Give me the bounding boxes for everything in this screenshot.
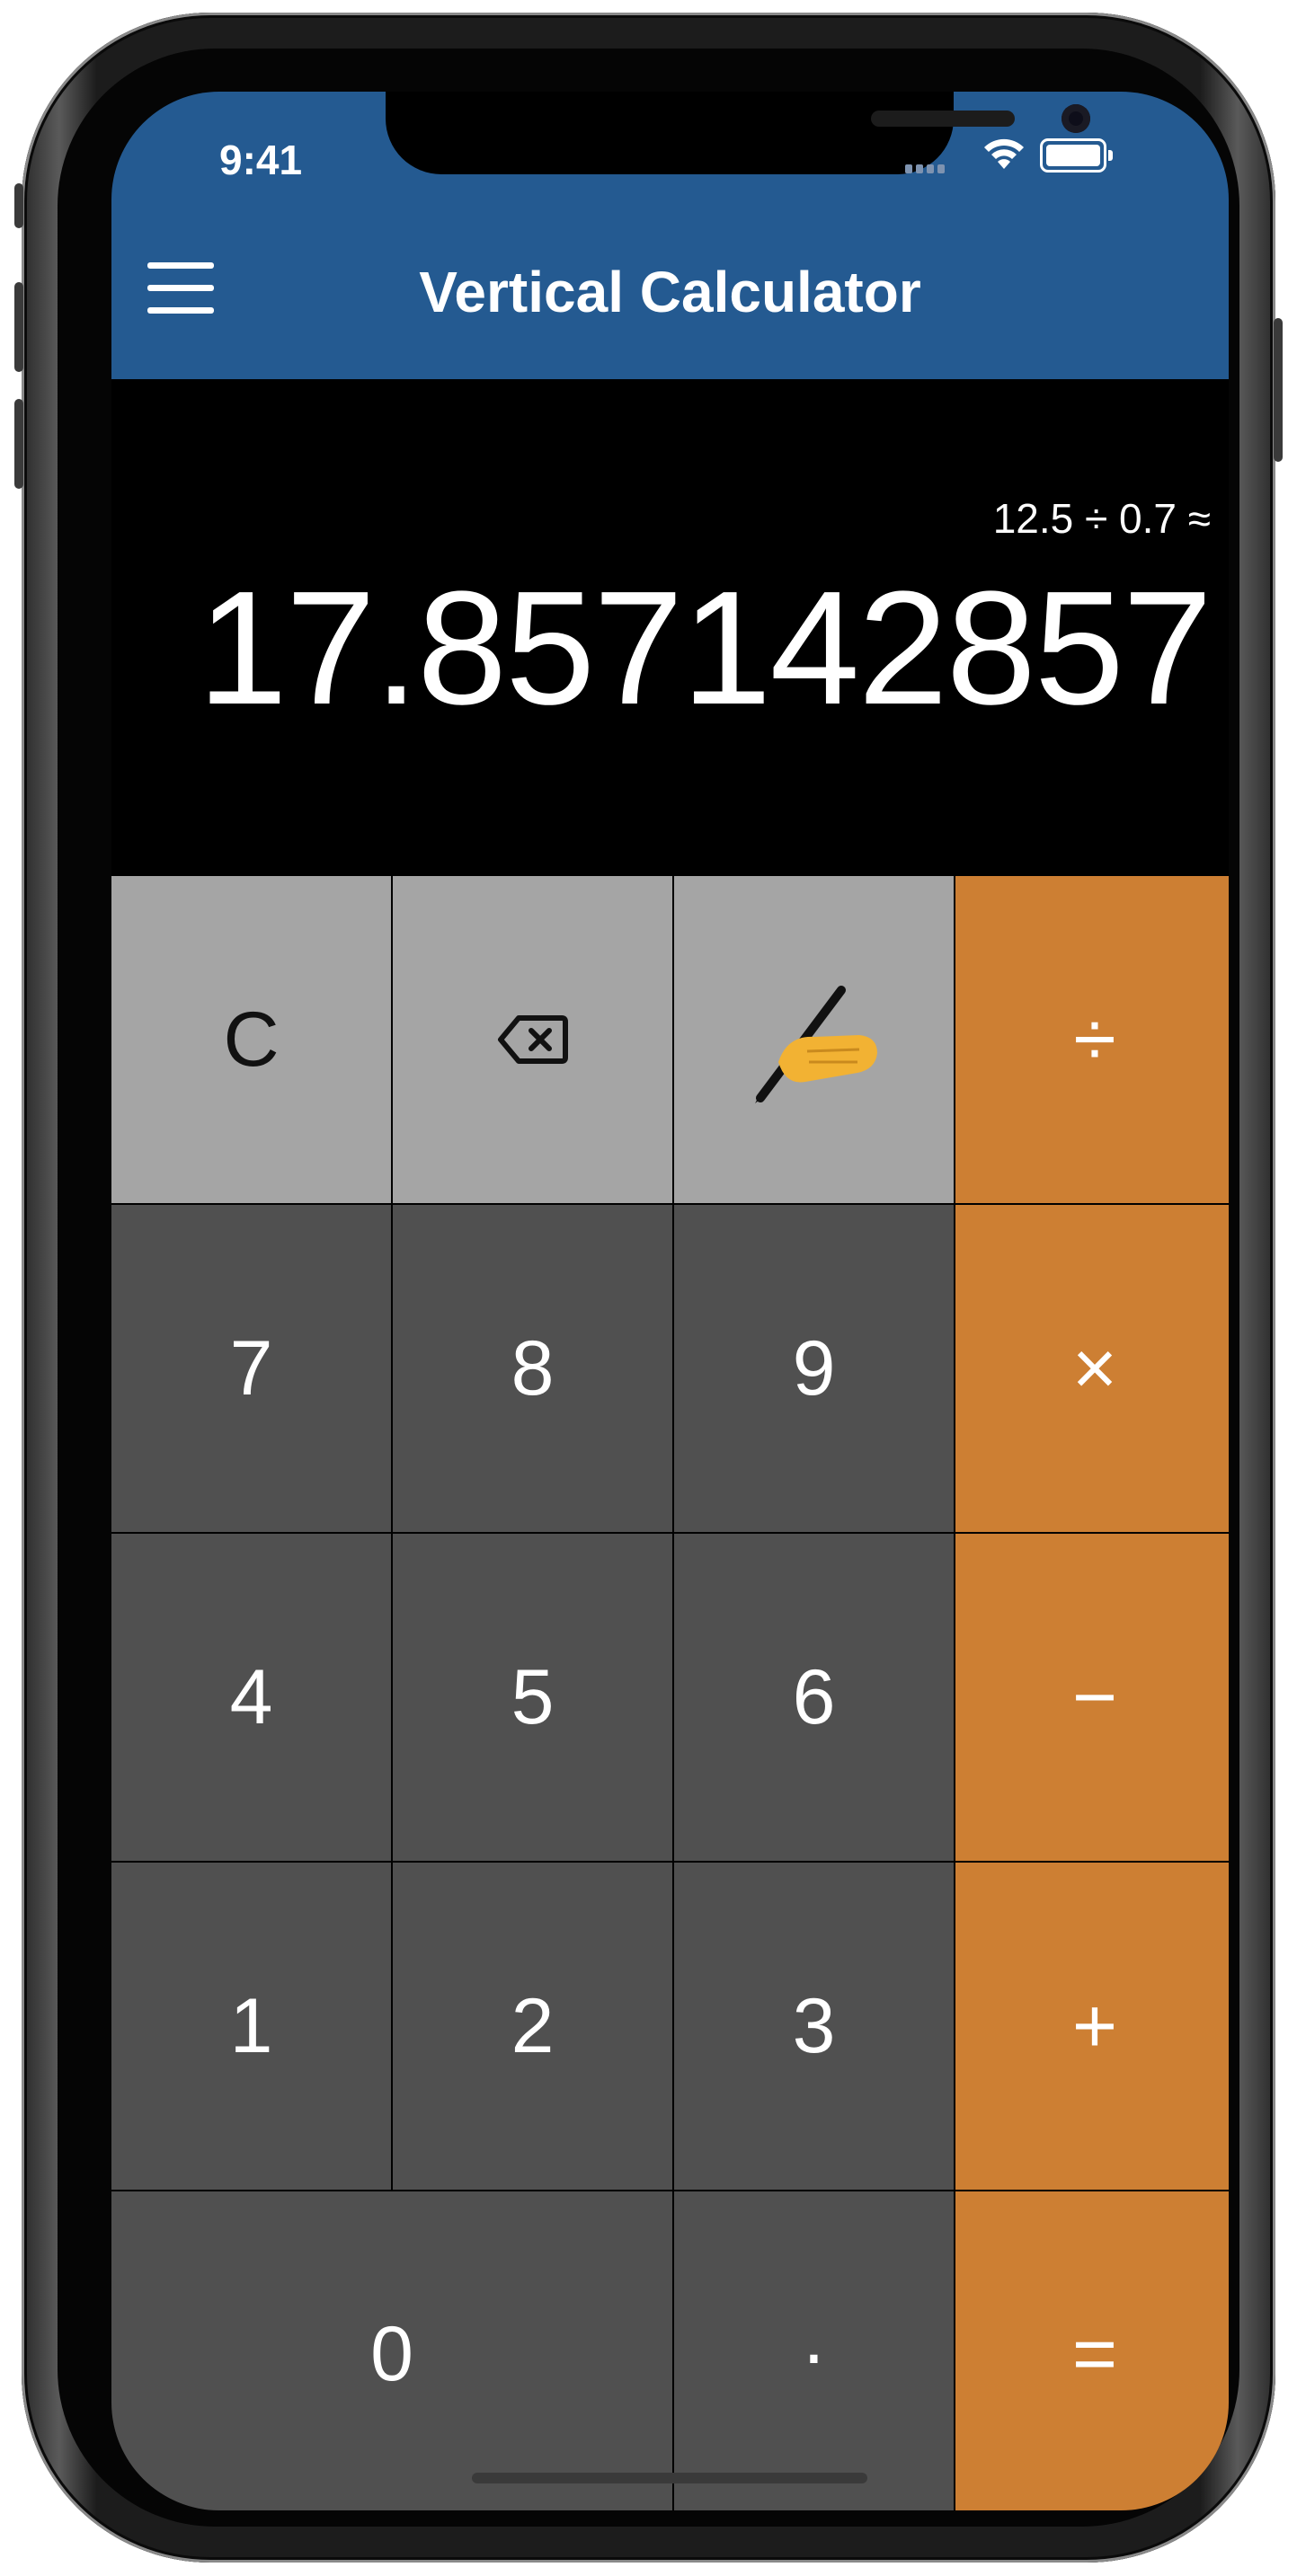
hamburger-menu-button[interactable]: [147, 262, 216, 316]
app-header: 9:41 Vertical Calculator: [111, 92, 1229, 379]
nine-button[interactable]: 9: [674, 1205, 954, 1532]
seven-button[interactable]: 7: [111, 1205, 391, 1532]
clear-button[interactable]: C: [111, 876, 391, 1203]
volume-up-button: [14, 282, 23, 372]
home-indicator[interactable]: [472, 2473, 867, 2483]
two-button[interactable]: 2: [393, 1863, 672, 2190]
add-button[interactable]: +: [955, 1863, 1229, 2190]
mute-switch: [14, 183, 23, 228]
volume-down-button: [14, 399, 23, 489]
writing-hand-icon: [754, 986, 877, 1103]
five-button[interactable]: 5: [393, 1534, 672, 1861]
divide-button[interactable]: ÷: [955, 876, 1229, 1203]
six-button[interactable]: 6: [674, 1534, 954, 1861]
eight-button[interactable]: 8: [393, 1205, 672, 1532]
status-icons: [905, 135, 1175, 185]
battery-icon: [1040, 138, 1113, 173]
expression-display: 12.5 ÷ 0.7 ≈: [992, 495, 1211, 542]
handwriting-button[interactable]: [674, 876, 954, 1203]
screen: 9:41 Vertical Calculator 12.5 ÷ 0.7 ≈ 17…: [111, 92, 1229, 2510]
status-time: 9:41: [219, 137, 303, 183]
one-button[interactable]: 1: [111, 1863, 391, 2190]
power-button: [1274, 318, 1283, 462]
phone-frame: 9:41 Vertical Calculator 12.5 ÷ 0.7 ≈ 17…: [14, 13, 1283, 2563]
four-button[interactable]: 4: [111, 1534, 391, 1861]
wifi-icon: [984, 138, 1024, 169]
multiply-button[interactable]: ×: [955, 1205, 1229, 1532]
zero-button[interactable]: 0: [111, 2191, 672, 2510]
backspace-button[interactable]: [393, 876, 672, 1203]
three-button[interactable]: 3: [674, 1863, 954, 2190]
equals-button[interactable]: =: [955, 2191, 1229, 2510]
notch: [386, 92, 1090, 174]
keypad: C ÷ 7 8 9 × 4 5 6 − 1 2 3 + 0 · =: [111, 876, 1229, 2510]
backspace-icon: [497, 1015, 568, 1064]
speaker: [871, 111, 1015, 127]
decimal-button[interactable]: ·: [674, 2191, 954, 2510]
subtract-button[interactable]: −: [955, 1534, 1229, 1861]
camera: [1062, 104, 1090, 133]
result-display: 17.857142857: [197, 558, 1213, 739]
cellular-signal-icon: [905, 162, 948, 178]
app-title: Vertical Calculator: [419, 260, 921, 324]
